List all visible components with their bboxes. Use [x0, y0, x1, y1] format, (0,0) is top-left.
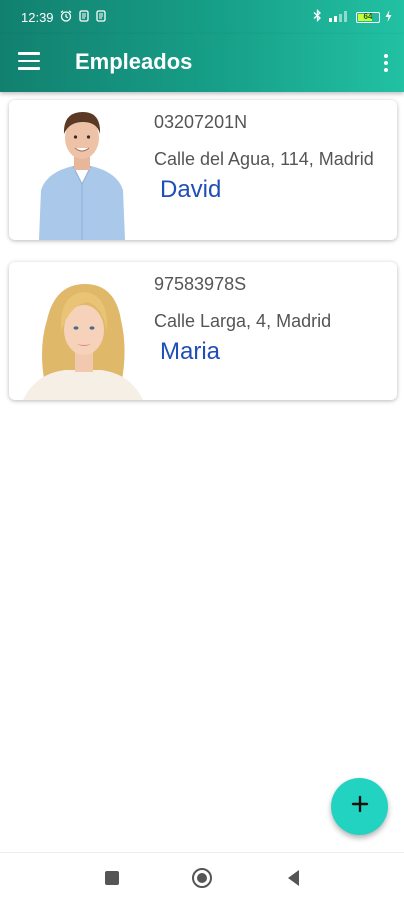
- employee-card-david[interactable]: 03207201N Calle del Agua, 114, Madrid Da…: [9, 100, 397, 240]
- employee-name: Maria: [160, 338, 221, 365]
- employee-card-maria[interactable]: 97583978S Calle Larga, 4, Madrid Maria: [9, 262, 397, 400]
- employee-name: David: [160, 176, 222, 203]
- employee-dni: 03207201N: [154, 112, 248, 132]
- status-time: 12:39: [21, 10, 54, 25]
- plus-icon: [351, 795, 369, 818]
- add-employee-button[interactable]: [331, 778, 388, 835]
- notification-icon: [96, 9, 106, 25]
- more-vert-icon[interactable]: [380, 50, 392, 76]
- back-icon[interactable]: [283, 867, 305, 889]
- hamburger-menu-icon[interactable]: [18, 52, 40, 74]
- employee-photo: [17, 262, 147, 400]
- page-title: Empleados: [75, 49, 193, 74]
- battery-icon: 64: [356, 11, 380, 23]
- home-icon[interactable]: [191, 867, 213, 889]
- employee-address: Calle Larga, 4, Madrid: [154, 311, 332, 331]
- employee-photo: [17, 100, 147, 240]
- employee-address: Calle del Agua, 114, Madrid: [154, 149, 374, 169]
- signal-icon: [327, 10, 351, 25]
- alarm-icon: [60, 9, 72, 25]
- recent-apps-icon[interactable]: [101, 867, 123, 889]
- system-nav-bar: [0, 852, 404, 901]
- notification-icon: [79, 9, 89, 25]
- bluetooth-icon: [313, 8, 322, 25]
- app-bar: Empleados: [0, 34, 404, 92]
- charging-icon: [385, 9, 392, 25]
- employee-dni: 97583978S: [154, 274, 247, 294]
- status-bar: 12:39 64: [0, 0, 404, 34]
